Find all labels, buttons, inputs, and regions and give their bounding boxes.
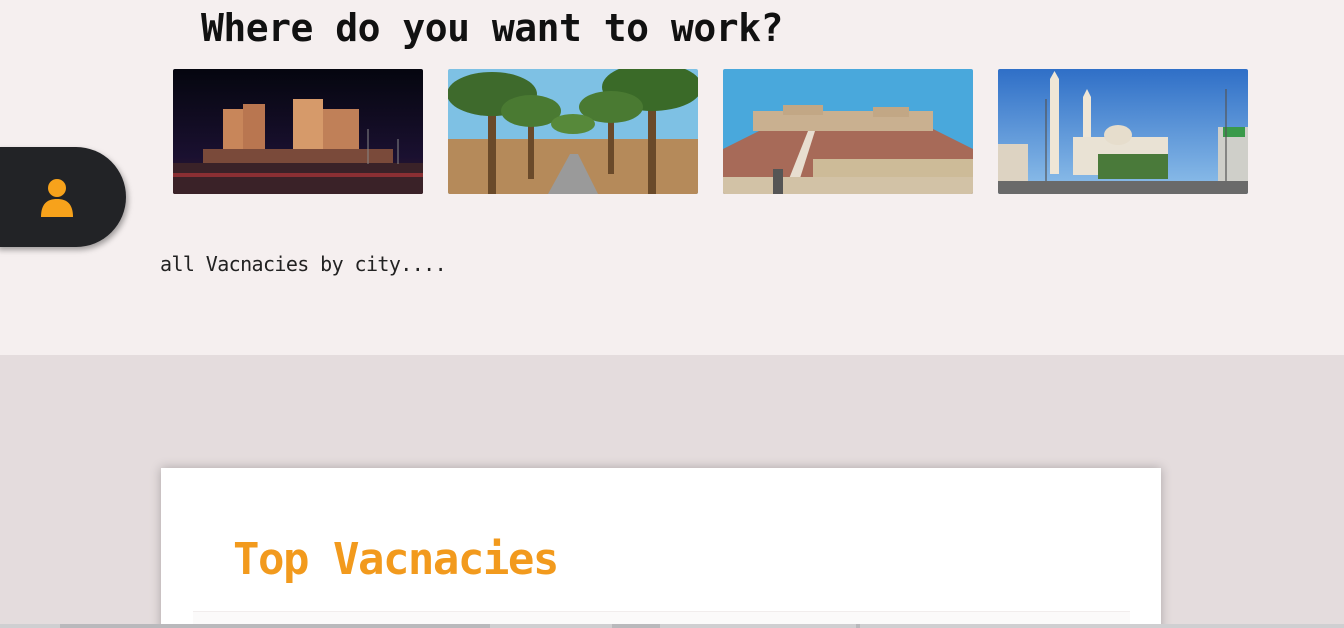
mosque-minarets-photo [998,69,1248,194]
city-card-2[interactable] [448,69,698,194]
top-vacancies-title: Top Vacnacies [233,534,559,585]
city-night-skyline-photo [173,69,423,194]
bottom-scroll-strip [0,624,1344,628]
profile-side-tab[interactable] [0,147,126,247]
user-icon [41,179,73,217]
page-heading: Where do you want to work? [201,6,783,50]
palm-tree-street-photo [448,69,698,194]
city-card-1[interactable] [173,69,423,194]
city-card-4[interactable] [998,69,1248,194]
top-vacancies-card: Top Vacnacies [161,468,1161,628]
desert-castle-photo [723,69,973,194]
all-vacancies-by-city-link[interactable]: all Vacnacies by city.... [160,252,447,276]
city-card-3[interactable] [723,69,973,194]
